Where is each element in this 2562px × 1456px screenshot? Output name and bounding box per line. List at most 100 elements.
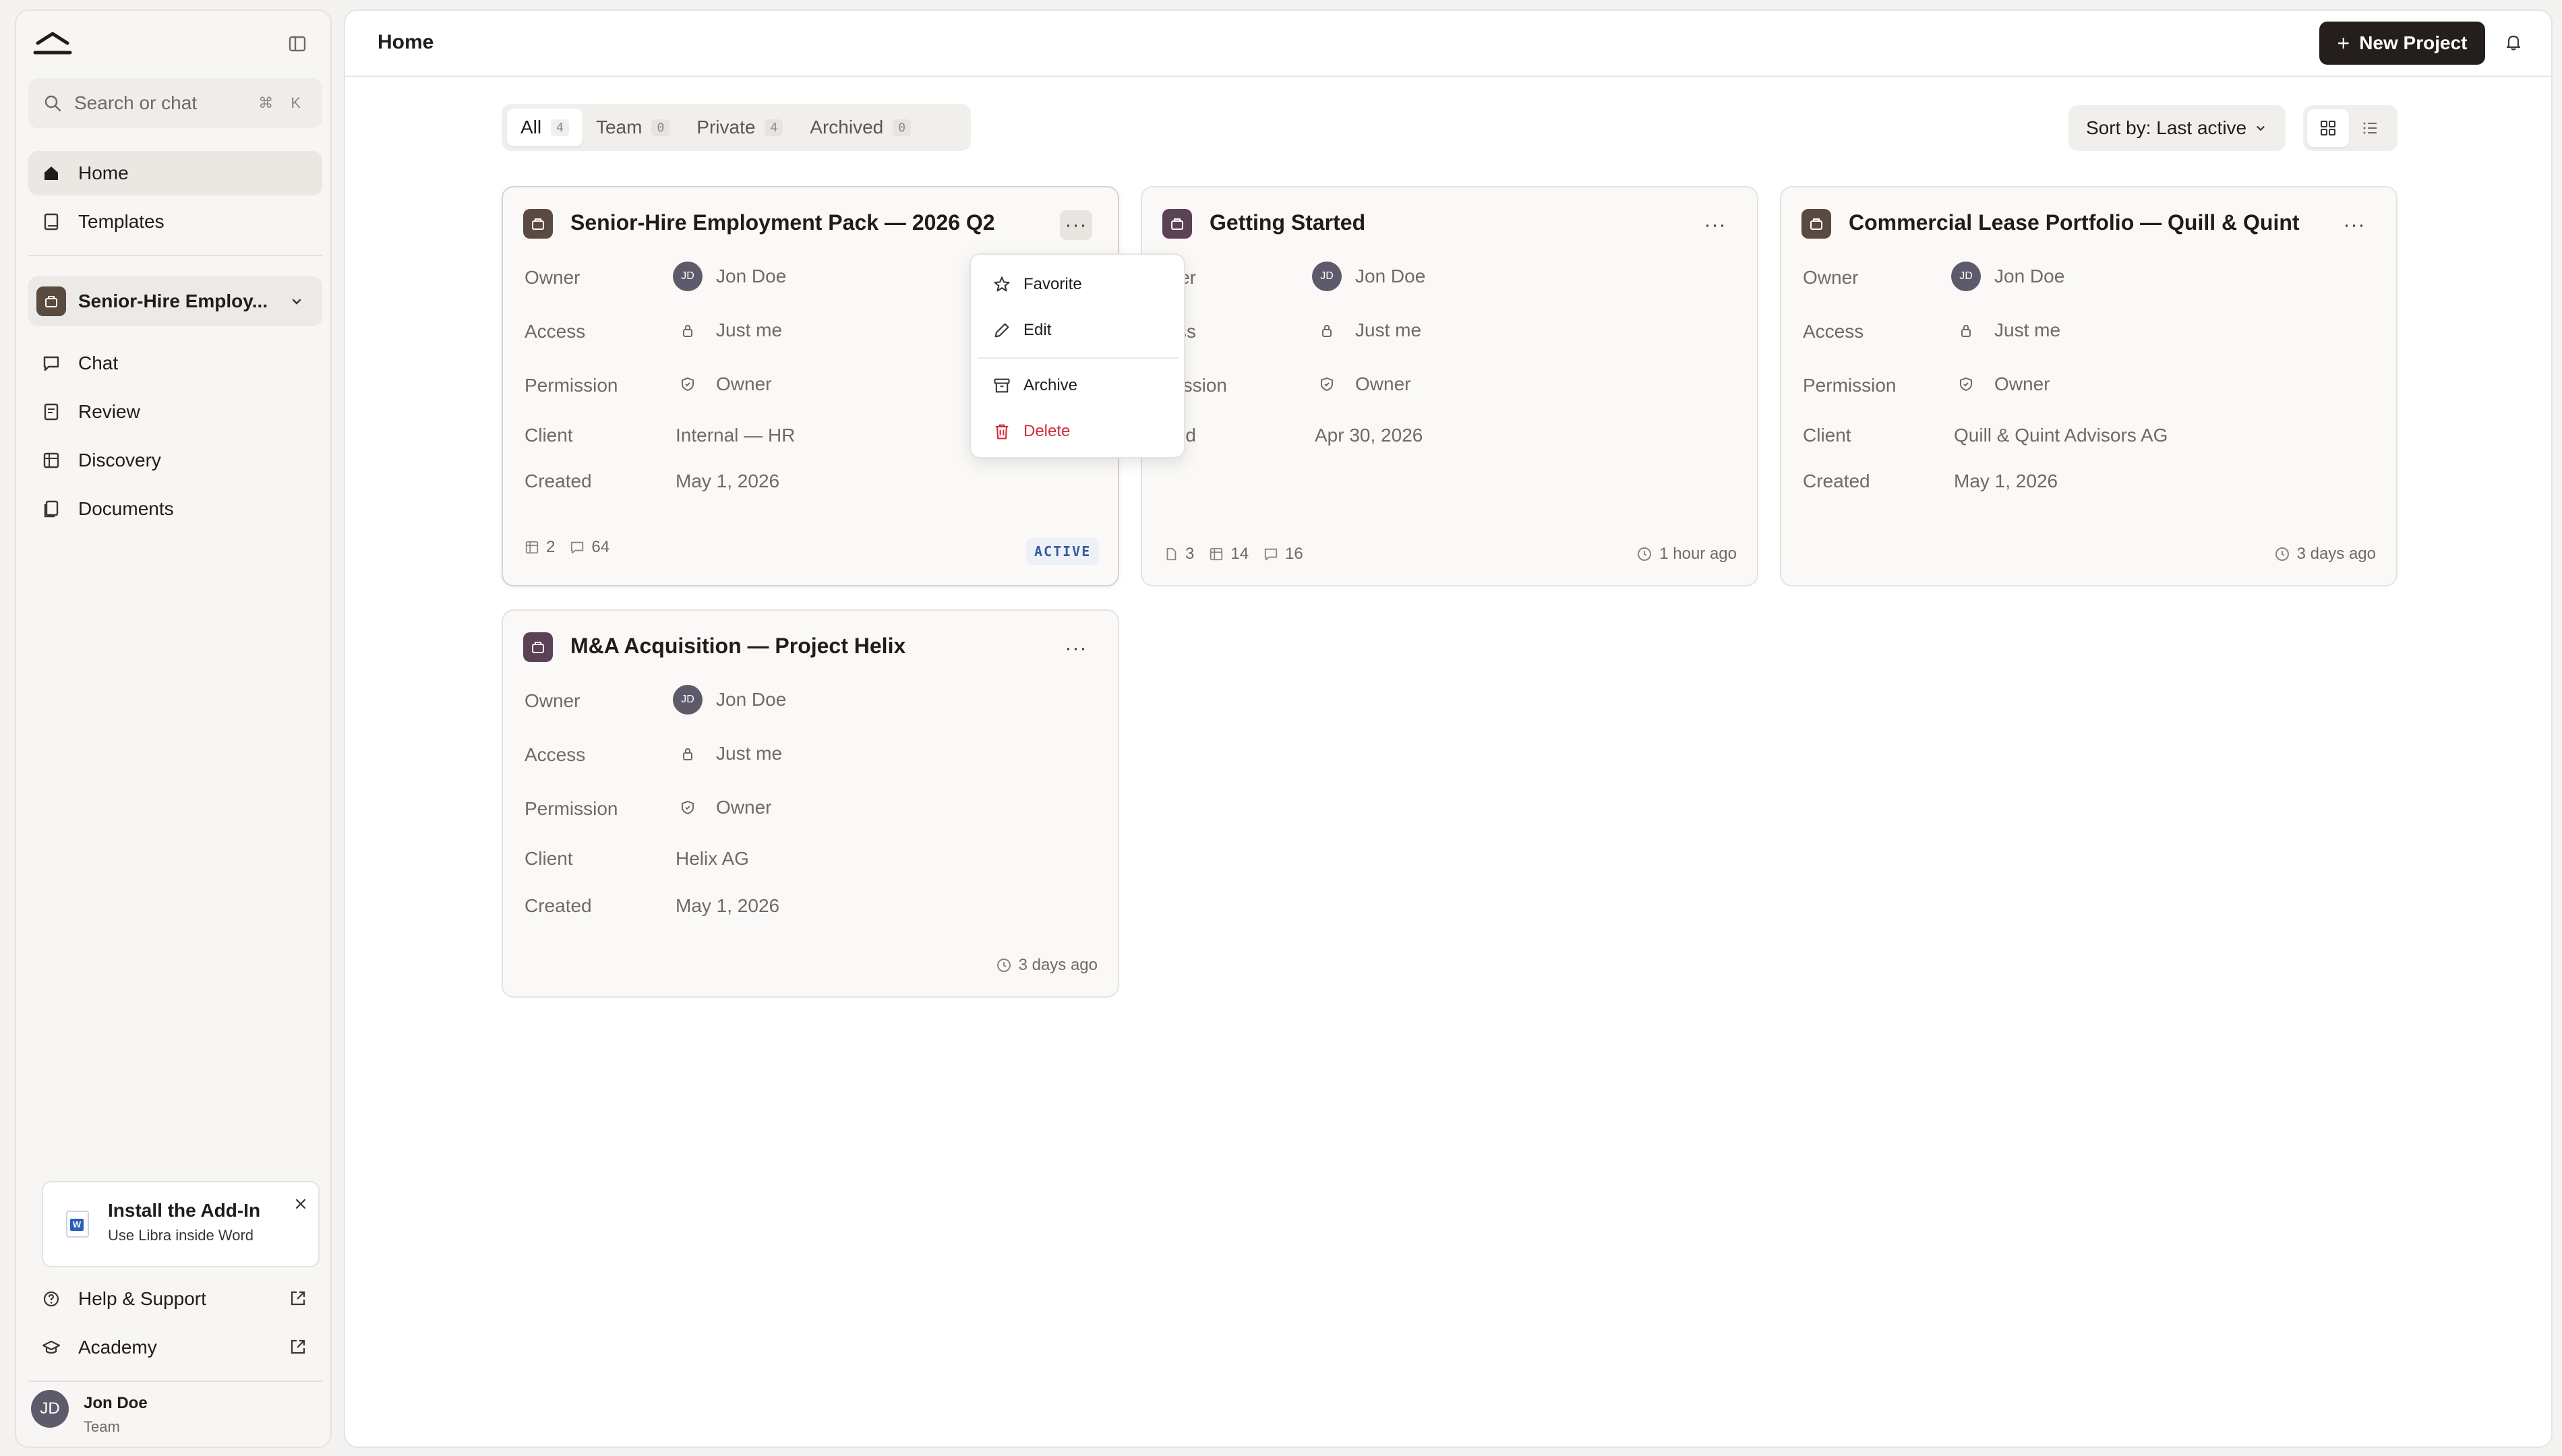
- client-value: Quill & Quint Advisors AG: [1954, 425, 2168, 446]
- review-icon: [44, 403, 59, 421]
- sidebar-item-label: Home: [78, 162, 129, 183]
- card-menu-button[interactable]: ···: [1699, 210, 1731, 240]
- tab-count: 0: [893, 119, 912, 136]
- access-value: Just me: [1315, 315, 1421, 345]
- grid-view-icon[interactable]: [2307, 109, 2349, 147]
- sidebar-item-documents[interactable]: Documents: [28, 487, 322, 531]
- avatar[interactable]: JD: [31, 1390, 69, 1428]
- app-logo-icon[interactable]: [32, 28, 73, 58]
- sidebar-item-help[interactable]: Help & Support: [28, 1277, 322, 1321]
- chevron-down-icon: [292, 299, 301, 305]
- sidebar-item-label: Chat: [78, 353, 119, 373]
- project-selector[interactable]: Senior-Hire Employ...: [28, 276, 322, 326]
- home-icon: [44, 166, 58, 180]
- table-icon: [1210, 547, 1223, 561]
- last-active-time: 3 days ago: [2274, 545, 2376, 564]
- lock-icon: [1312, 315, 1342, 345]
- card-menu-button[interactable]: ···: [1060, 210, 1092, 240]
- menu-separator: [978, 357, 1179, 359]
- tab-archived[interactable]: Archived 0: [796, 109, 924, 146]
- card-menu-button[interactable]: ···: [1060, 634, 1092, 663]
- sidebar-item-home[interactable]: Home: [28, 151, 322, 195]
- new-project-button[interactable]: + New Project: [2319, 22, 2485, 65]
- owner-value: JD Jon Doe: [673, 262, 786, 291]
- access-value: Just me: [676, 315, 782, 345]
- field-label: Permission: [1803, 375, 1897, 396]
- sidebar-item-label: Review: [78, 401, 140, 422]
- chat-icon: [571, 541, 584, 554]
- menu-item-edit[interactable]: Edit: [978, 310, 1179, 351]
- project-folder-icon: [36, 286, 66, 316]
- book-icon: [44, 213, 59, 231]
- tab-team[interactable]: Team 0: [583, 109, 683, 146]
- lock-icon: [1951, 315, 1981, 345]
- bell-icon[interactable]: [2503, 31, 2524, 53]
- header-divider: [345, 75, 2551, 77]
- project-folder-icon: [523, 632, 553, 662]
- close-icon[interactable]: [293, 1196, 309, 1212]
- sidebar-divider: [28, 1381, 322, 1382]
- card-title[interactable]: Commercial Lease Portfolio — Quill & Qui…: [1849, 210, 2300, 235]
- search-input[interactable]: Search or chat ⌘ K: [28, 78, 322, 128]
- sort-label: Sort by: Last active: [2086, 117, 2247, 138]
- field-label: Permission: [525, 798, 618, 819]
- access-value: Just me: [676, 739, 782, 768]
- tab-count: 4: [551, 119, 569, 136]
- project-card[interactable]: M&A Acquisition — Project Helix ··· Owne…: [502, 609, 1119, 998]
- tab-all[interactable]: All 4: [507, 109, 583, 146]
- card-title[interactable]: Senior-Hire Employment Pack — 2026 Q2: [570, 210, 995, 235]
- menu-item-archive[interactable]: Archive: [978, 365, 1179, 406]
- addin-title: Install the Add-In: [108, 1200, 261, 1221]
- clock-icon: [996, 959, 1011, 972]
- tables-stat: 14: [1209, 545, 1249, 564]
- sort-dropdown[interactable]: Sort by: Last active: [2068, 105, 2286, 151]
- menu-item-favorite[interactable]: Favorite: [978, 264, 1179, 305]
- lock-icon: [673, 315, 703, 345]
- clock-icon: [1638, 547, 1652, 561]
- owner-value: JD Jon Doe: [1951, 262, 2064, 291]
- created-value: May 1, 2026: [676, 471, 780, 491]
- sidebar-item-review[interactable]: Review: [28, 390, 322, 434]
- field-label: Created: [1803, 471, 1870, 491]
- project-card[interactable]: Getting Started ··· vner JDJon Doe cess …: [1141, 186, 1758, 586]
- addin-banner[interactable]: W Install the Add-In Use Libra inside Wo…: [42, 1181, 320, 1267]
- avatar: JD: [1951, 262, 1981, 291]
- project-card[interactable]: Commercial Lease Portfolio — Quill & Qui…: [1780, 186, 2397, 586]
- sidebar-item-discovery[interactable]: Discovery: [28, 438, 322, 483]
- document-icon: [1166, 547, 1176, 561]
- field-label: Permission: [525, 375, 618, 396]
- card-stats: 3 14 16: [1164, 545, 1318, 564]
- filter-tabs: All 4 Team 0 Private 4 Archived 0: [502, 104, 971, 151]
- client-value: Helix AG: [676, 848, 749, 869]
- sidebar: Search or chat ⌘ K Home Templates Senior…: [15, 9, 332, 1448]
- chevron-down-icon: [2257, 126, 2265, 131]
- card-title[interactable]: M&A Acquisition — Project Helix: [570, 634, 905, 659]
- messages-stat: 16: [1263, 545, 1303, 564]
- field-label: Access: [525, 321, 586, 342]
- lock-icon: [673, 739, 703, 768]
- new-project-label: New Project: [2359, 32, 2468, 53]
- card-menu-button[interactable]: ···: [2338, 210, 2371, 240]
- messages-stat: 64: [570, 538, 609, 557]
- tab-private[interactable]: Private 4: [683, 109, 796, 146]
- tab-count: 0: [651, 119, 670, 136]
- sidebar-item-chat[interactable]: Chat: [28, 341, 322, 386]
- collapse-sidebar-icon[interactable]: [285, 31, 310, 57]
- avatar: JD: [673, 262, 703, 291]
- card-title[interactable]: Getting Started: [1210, 210, 1365, 235]
- menu-item-delete[interactable]: Delete: [978, 411, 1179, 452]
- table-icon: [43, 452, 59, 468]
- clock-icon: [2275, 547, 2289, 561]
- field-label: Owner: [1803, 267, 1859, 288]
- external-link-icon: [289, 1337, 307, 1356]
- search-icon: [44, 95, 61, 112]
- field-label: Client: [525, 848, 573, 869]
- avatar: JD: [1312, 262, 1342, 291]
- tables-stat: 2: [525, 538, 555, 557]
- field-label: Created: [525, 471, 592, 491]
- sidebar-item-academy[interactable]: Academy: [28, 1325, 322, 1370]
- sidebar-item-templates[interactable]: Templates: [28, 200, 322, 244]
- project-folder-icon: [523, 209, 553, 239]
- docs-stat: 3: [1164, 545, 1194, 564]
- list-view-icon[interactable]: [2349, 109, 2391, 147]
